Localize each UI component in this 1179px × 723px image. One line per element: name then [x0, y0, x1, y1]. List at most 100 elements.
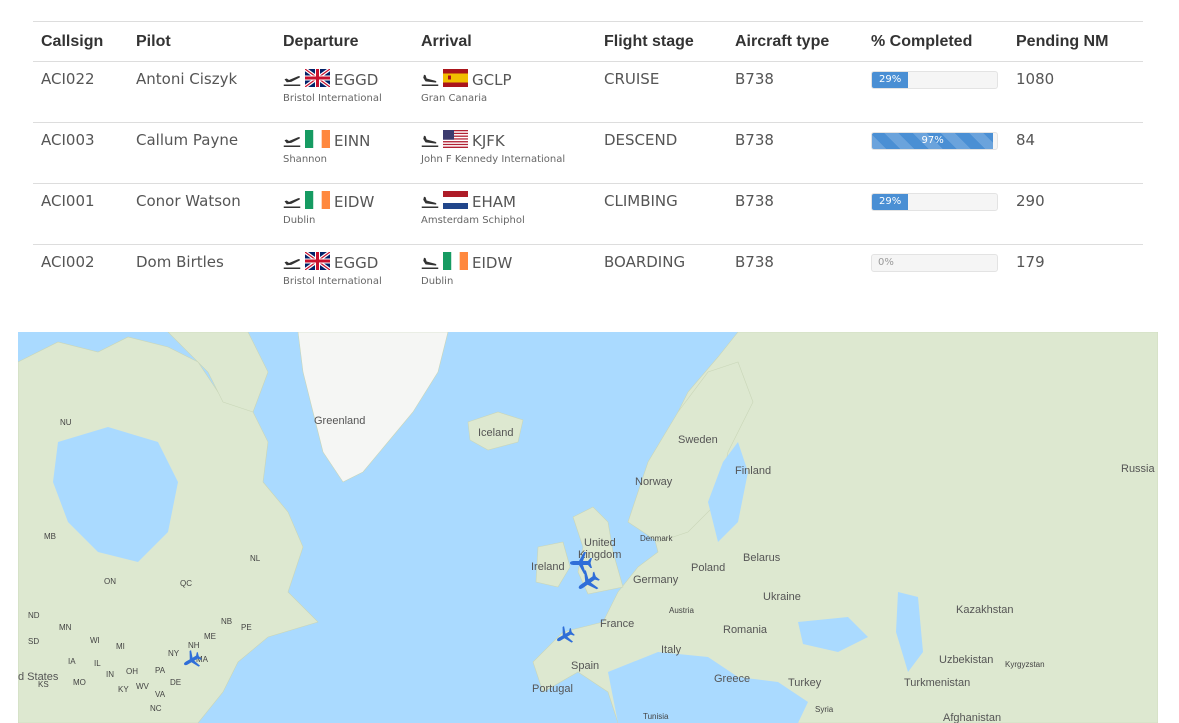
arrival-cell: EIDW Dublin	[413, 245, 596, 305]
label-me: ME	[204, 632, 216, 641]
progress-bar: 0%	[871, 254, 998, 272]
label-belarus: Belarus	[743, 552, 781, 564]
label-tunisia: Tunisia	[643, 712, 669, 721]
departure-flag-icon	[303, 67, 334, 91]
aircraft-type-cell: B738	[727, 62, 863, 122]
callsign-cell: ACI003	[33, 123, 128, 183]
header-pilot[interactable]: Pilot	[128, 33, 275, 51]
takeoff-icon	[283, 259, 301, 269]
callsign-cell: ACI002	[33, 245, 128, 305]
departure-cell: EGGD Bristol International	[275, 62, 413, 122]
arrival-name: Dublin	[421, 276, 454, 287]
label-ia: IA	[68, 657, 76, 666]
arrival-code[interactable]: KJFK	[472, 132, 505, 150]
arrival-code[interactable]: EIDW	[472, 254, 512, 272]
departure-code[interactable]: EIDW	[334, 193, 374, 211]
label-syria: Syria	[815, 705, 834, 714]
departure-code[interactable]: EGGD	[334, 71, 378, 89]
departure-code[interactable]: EGGD	[334, 254, 378, 272]
table-row[interactable]: ACI002 Dom Birtles EGGD Bristol Internat…	[33, 245, 1143, 305]
aircraft-type-cell: B738	[727, 245, 863, 305]
label-oh: OH	[126, 667, 138, 676]
label-united: United	[584, 537, 616, 549]
label-ukraine: Ukraine	[763, 591, 801, 603]
pending-nm-cell: 290	[1008, 184, 1143, 244]
pilot-cell: Callum Payne	[128, 123, 275, 183]
label-nl: NL	[250, 554, 261, 563]
table-row[interactable]: ACI003 Callum Payne EINN Shannon KJFK Jo…	[33, 123, 1143, 184]
progress-bar: 29%	[871, 71, 998, 89]
label-in: IN	[106, 670, 114, 679]
label-mo: MO	[73, 678, 86, 687]
pending-nm: 179	[1016, 253, 1045, 271]
takeoff-icon	[283, 198, 301, 208]
map-canvas[interactable]: Greenland Iceland Sweden Finland Norway …	[18, 332, 1158, 723]
progress-bar: 97%	[871, 132, 998, 150]
table-body: ACI022 Antoni Ciszyk EGGD Bristol Intern…	[33, 62, 1143, 305]
header-callsign[interactable]: Callsign	[33, 33, 128, 51]
departure-name: Dublin	[283, 215, 316, 226]
label-greece: Greece	[714, 673, 750, 685]
label-va: VA	[155, 690, 166, 699]
aircraft-type: B738	[735, 192, 774, 210]
pending-nm: 290	[1016, 192, 1045, 210]
label-italy: Italy	[661, 644, 682, 656]
arrival-code[interactable]: GCLP	[472, 71, 512, 89]
label-russia: Russia	[1121, 463, 1156, 475]
label-pa: PA	[155, 666, 166, 675]
header-aircraft-type[interactable]: Aircraft type	[727, 33, 863, 51]
progress-fill: 97%	[872, 133, 994, 149]
callsign: ACI022	[41, 70, 95, 88]
header-pending-nm[interactable]: Pending NM	[1008, 33, 1143, 51]
pending-nm: 1080	[1016, 70, 1055, 88]
header-flight-stage[interactable]: Flight stage	[596, 33, 727, 51]
label-de: DE	[170, 678, 181, 687]
progress-fill: 29%	[872, 72, 909, 88]
arrival-name: Amsterdam Schiphol	[421, 215, 525, 226]
flight-stage: DESCEND	[604, 131, 678, 149]
departure-code[interactable]: EINN	[334, 132, 370, 150]
header-departure[interactable]: Departure	[275, 33, 413, 51]
departure-name: Shannon	[283, 154, 327, 165]
label-ky: KY	[118, 685, 129, 694]
label-afghanistan: Afghanistan	[943, 712, 1001, 723]
departure-cell: EINN Shannon	[275, 123, 413, 183]
pilot-cell: Conor Watson	[128, 184, 275, 244]
label-nb: NB	[221, 617, 232, 626]
table-row[interactable]: ACI022 Antoni Ciszyk EGGD Bristol Intern…	[33, 62, 1143, 123]
flight-stage: CLIMBING	[604, 192, 678, 210]
aircraft-type-cell: B738	[727, 184, 863, 244]
progress-label: 0%	[878, 257, 894, 268]
arrival-cell: KJFK John F Kennedy International	[413, 123, 596, 183]
completed-cell: 29%	[863, 62, 1008, 122]
arrival-name: Gran Canaria	[421, 93, 488, 104]
aircraft-type: B738	[735, 253, 774, 271]
label-finland: Finland	[735, 465, 771, 477]
flight-stage-cell: CRUISE	[596, 62, 727, 122]
label-poland: Poland	[691, 562, 725, 574]
flight-map[interactable]: Greenland Iceland Sweden Finland Norway …	[18, 332, 1158, 723]
pilot-cell: Dom Birtles	[128, 245, 275, 305]
callsign: ACI003	[41, 131, 95, 149]
takeoff-icon	[283, 137, 301, 147]
arrival-flag-icon	[443, 252, 472, 274]
label-turkmenistan: Turkmenistan	[904, 677, 970, 689]
departure-flag-icon	[305, 130, 334, 152]
label-qc: QC	[180, 579, 192, 588]
arrival-code[interactable]: EHAM	[472, 193, 516, 211]
table-row[interactable]: ACI001 Conor Watson EIDW Dublin EHAM Ams…	[33, 184, 1143, 245]
departure-name: Bristol International	[283, 93, 382, 104]
arrival-cell: EHAM Amsterdam Schiphol	[413, 184, 596, 244]
label-wi: WI	[90, 636, 100, 645]
label-ny: NY	[168, 649, 180, 658]
label-kyrgyzstan: Kyrgyzstan	[1005, 660, 1045, 669]
label-united-states: d States	[18, 671, 59, 683]
header-arrival[interactable]: Arrival	[413, 33, 596, 51]
label-sweden: Sweden	[678, 434, 718, 446]
label-wv: WV	[136, 682, 150, 691]
label-kazakhstan: Kazakhstan	[956, 604, 1013, 616]
header-percent-completed[interactable]: % Completed	[863, 33, 1008, 51]
arrival-flag-icon	[443, 69, 472, 91]
label-nc: NC	[150, 704, 162, 713]
label-france: France	[600, 618, 634, 630]
